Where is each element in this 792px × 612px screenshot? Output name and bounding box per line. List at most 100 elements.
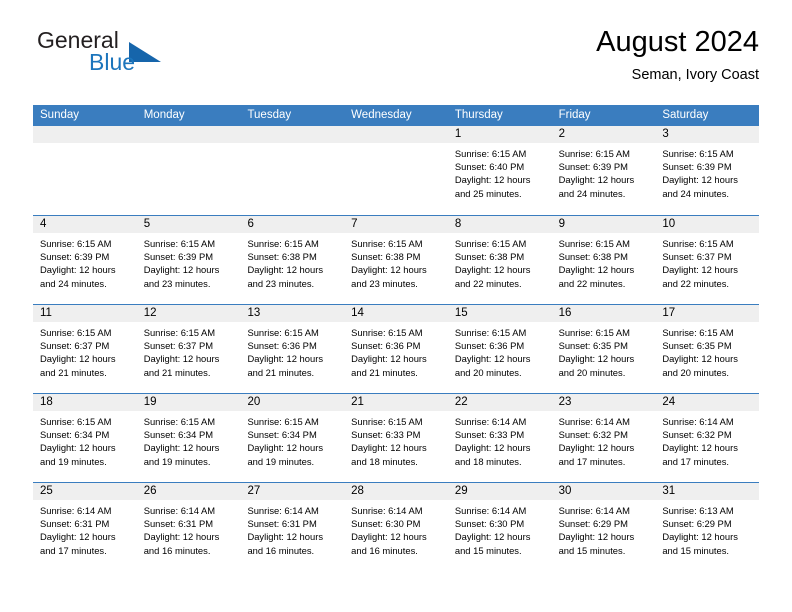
day-cell[interactable]: 6 Sunrise: 6:15 AM Sunset: 6:38 PM Dayli… [240,216,345,304]
weekday-header-tuesday: Tuesday [247,109,292,121]
day-cell[interactable]: 30 Sunrise: 6:14 AM Sunset: 6:29 PM Dayl… [551,483,656,571]
day-cell[interactable]: 27 Sunrise: 6:14 AM Sunset: 6:31 PM Dayl… [240,483,345,571]
day-info: Sunrise: 6:15 AM Sunset: 6:37 PM Dayligh… [137,322,241,379]
sunset-text: Sunset: 6:38 PM [351,251,421,263]
day-cell[interactable]: 5 Sunrise: 6:15 AM Sunset: 6:39 PM Dayli… [136,216,241,304]
day-info: Sunrise: 6:14 AM Sunset: 6:32 PM Dayligh… [552,411,656,468]
daylight-text-line1: Daylight: 12 hours [40,353,116,365]
day-info: Sunrise: 6:15 AM Sunset: 6:35 PM Dayligh… [552,322,656,379]
day-cell[interactable]: 10 Sunrise: 6:15 AM Sunset: 6:37 PM Dayl… [655,216,760,304]
daylight-text-line1: Daylight: 12 hours [351,264,427,276]
general-blue-logo[interactable]: General Blue [33,26,293,90]
daylight-text-line2: and 17 minutes. [558,455,626,467]
sunrise-text: Sunrise: 6:14 AM [662,416,734,427]
day-number: 4 [33,216,137,233]
day-number: 29 [447,483,552,500]
week-row: 18 Sunrise: 6:15 AM Sunset: 6:34 PM Dayl… [33,393,760,482]
daylight-text-line1: Daylight: 12 hours [454,531,531,543]
day-cell[interactable]: 12 Sunrise: 6:15 AM Sunset: 6:37 PM Dayl… [136,305,241,393]
sunrise-text: Sunrise: 6:14 AM [454,505,527,516]
day-cell[interactable]: 31 Sunrise: 6:13 AM Sunset: 6:29 PM Dayl… [655,483,760,571]
day-info: Sunrise: 6:14 AM Sunset: 6:29 PM Dayligh… [552,500,656,557]
daylight-text-line2: and 16 minutes. [143,544,211,556]
sunset-text: Sunset: 6:37 PM [40,340,110,352]
sunrise-text: Sunrise: 6:14 AM [558,416,630,427]
sunset-text: Sunset: 6:39 PM [40,251,110,263]
day-cell[interactable]: 15 Sunrise: 6:15 AM Sunset: 6:36 PM Dayl… [447,305,552,393]
day-cell[interactable]: 8 Sunrise: 6:15 AM Sunset: 6:38 PM Dayli… [447,216,552,304]
sunset-text: Sunset: 6:34 PM [247,429,317,441]
daylight-text-line1: Daylight: 12 hours [247,353,324,365]
day-cell[interactable]: 16 Sunrise: 6:15 AM Sunset: 6:35 PM Dayl… [551,305,656,393]
day-cell [136,126,241,215]
daylight-text-line2: and 15 minutes. [662,544,730,556]
day-info: Sunrise: 6:15 AM Sunset: 6:37 PM Dayligh… [655,233,759,290]
day-cell[interactable]: 18 Sunrise: 6:15 AM Sunset: 6:34 PM Dayl… [33,394,137,482]
day-info: Sunrise: 6:15 AM Sunset: 6:39 PM Dayligh… [137,233,241,290]
day-cell[interactable]: 19 Sunrise: 6:15 AM Sunset: 6:34 PM Dayl… [136,394,241,482]
day-number: 30 [551,483,656,500]
day-cell[interactable]: 25 Sunrise: 6:14 AM Sunset: 6:31 PM Dayl… [33,483,137,571]
daylight-text-line2: and 23 minutes. [351,277,418,289]
daylight-text-line2: and 21 minutes. [247,366,315,378]
day-cell[interactable]: 7 Sunrise: 6:15 AM Sunset: 6:38 PM Dayli… [344,216,448,304]
daylight-text-line1: Daylight: 12 hours [454,442,531,454]
title-block: August 2024 Seman, Ivory Coast [596,24,759,86]
day-cell [344,126,448,215]
week-row: 1 Sunrise: 6:15 AM Sunset: 6:40 PM Dayli… [33,126,760,215]
day-cell[interactable]: 11 Sunrise: 6:15 AM Sunset: 6:37 PM Dayl… [33,305,137,393]
daylight-text-line2: and 22 minutes. [558,277,626,289]
daylight-text-line1: Daylight: 12 hours [662,174,738,186]
day-cell[interactable]: 9 Sunrise: 6:15 AM Sunset: 6:38 PM Dayli… [551,216,656,304]
day-cell[interactable]: 22 Sunrise: 6:14 AM Sunset: 6:33 PM Dayl… [447,394,552,482]
daylight-text-line2: and 16 minutes. [351,544,418,556]
sunrise-text: Sunrise: 6:15 AM [40,416,112,427]
day-cell[interactable]: 23 Sunrise: 6:14 AM Sunset: 6:32 PM Dayl… [551,394,656,482]
sunset-text: Sunset: 6:36 PM [247,340,317,352]
day-info: Sunrise: 6:15 AM Sunset: 6:38 PM Dayligh… [240,233,344,290]
day-cell[interactable]: 26 Sunrise: 6:14 AM Sunset: 6:31 PM Dayl… [136,483,241,571]
day-cell[interactable]: 4 Sunrise: 6:15 AM Sunset: 6:39 PM Dayli… [33,216,137,304]
day-cell[interactable]: 13 Sunrise: 6:15 AM Sunset: 6:36 PM Dayl… [240,305,345,393]
day-cell[interactable]: 14 Sunrise: 6:15 AM Sunset: 6:36 PM Dayl… [344,305,448,393]
day-info: Sunrise: 6:15 AM Sunset: 6:33 PM Dayligh… [344,411,448,468]
daylight-text-line2: and 19 minutes. [143,455,211,467]
day-info: Sunrise: 6:15 AM Sunset: 6:34 PM Dayligh… [33,411,137,468]
day-cell[interactable]: 29 Sunrise: 6:14 AM Sunset: 6:30 PM Dayl… [447,483,552,571]
day-number: 27 [240,483,345,500]
daylight-text-line1: Daylight: 12 hours [558,264,635,276]
daylight-text-line1: Daylight: 12 hours [454,353,531,365]
weekday-header-friday: Friday [558,109,591,121]
daylight-text-line1: Daylight: 12 hours [662,531,738,543]
sunrise-text: Sunrise: 6:15 AM [558,327,630,338]
day-info: Sunrise: 6:15 AM Sunset: 6:36 PM Dayligh… [240,322,344,379]
sunrise-text: Sunrise: 6:15 AM [143,327,216,338]
logo-text-blue: Blue [89,49,136,75]
daylight-text-line1: Daylight: 12 hours [558,353,635,365]
sunset-text: Sunset: 6:37 PM [143,340,214,352]
sunrise-text: Sunrise: 6:14 AM [143,505,216,516]
daylight-text-line1: Daylight: 12 hours [454,174,531,186]
daylight-text-line2: and 22 minutes. [454,277,522,289]
day-number: 20 [240,394,345,411]
day-info: Sunrise: 6:14 AM Sunset: 6:30 PM Dayligh… [448,500,552,557]
day-cell[interactable]: 3 Sunrise: 6:15 AM Sunset: 6:39 PM Dayli… [655,126,760,215]
day-cell[interactable]: 28 Sunrise: 6:14 AM Sunset: 6:30 PM Dayl… [344,483,448,571]
week-row: 25 Sunrise: 6:14 AM Sunset: 6:31 PM Dayl… [33,482,760,571]
day-cell[interactable]: 2 Sunrise: 6:15 AM Sunset: 6:39 PM Dayli… [551,126,656,215]
sunset-text: Sunset: 6:39 PM [143,251,214,263]
sunrise-text: Sunrise: 6:15 AM [662,327,734,338]
day-cell[interactable]: 17 Sunrise: 6:15 AM Sunset: 6:35 PM Dayl… [655,305,760,393]
day-number: 14 [344,305,448,322]
day-cell[interactable]: 20 Sunrise: 6:15 AM Sunset: 6:34 PM Dayl… [240,394,345,482]
day-cell[interactable]: 21 Sunrise: 6:15 AM Sunset: 6:33 PM Dayl… [344,394,448,482]
sunrise-text: Sunrise: 6:14 AM [558,505,630,516]
day-cell[interactable]: 1 Sunrise: 6:15 AM Sunset: 6:40 PM Dayli… [447,126,552,215]
day-info: Sunrise: 6:14 AM Sunset: 6:33 PM Dayligh… [448,411,552,468]
sunrise-text: Sunrise: 6:15 AM [247,238,319,249]
day-info: Sunrise: 6:15 AM Sunset: 6:37 PM Dayligh… [33,322,137,379]
daylight-text-line2: and 21 minutes. [40,366,107,378]
day-info [240,143,344,147]
day-cell[interactable]: 24 Sunrise: 6:14 AM Sunset: 6:32 PM Dayl… [655,394,760,482]
day-number: 16 [551,305,656,322]
